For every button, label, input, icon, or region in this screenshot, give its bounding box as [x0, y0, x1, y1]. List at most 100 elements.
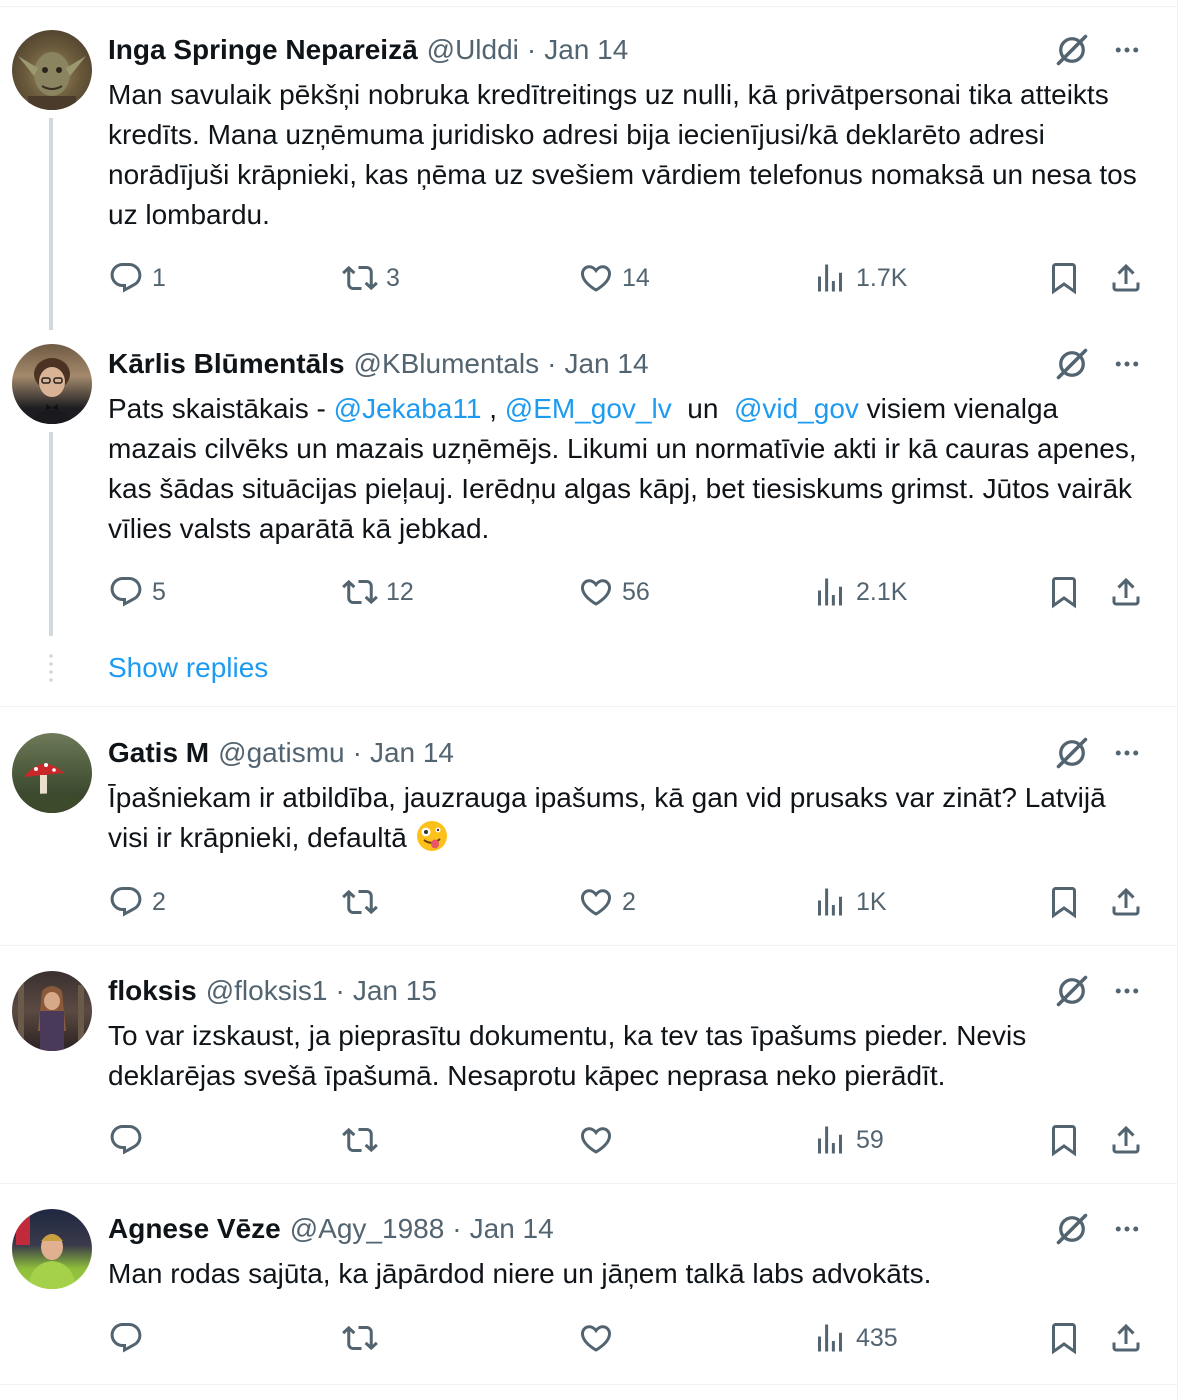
share-button[interactable]: [1108, 882, 1144, 922]
post-gatis[interactable]: Gatis M @gatismu · Jan 14 Īpašniekam ir …: [0, 707, 1178, 945]
share-button[interactable]: [1108, 1120, 1144, 1160]
like-button[interactable]: 2: [578, 882, 636, 922]
like-button[interactable]: 14: [578, 258, 650, 298]
like-button[interactable]: [578, 1318, 622, 1358]
author-name[interactable]: Gatis M: [108, 737, 209, 769]
post-inga[interactable]: Inga Springe Nepareizā @Ulddi · Jan 14 M…: [0, 0, 1178, 330]
views-button[interactable]: 59: [812, 1120, 884, 1160]
repost-button[interactable]: [342, 1120, 386, 1160]
author-name[interactable]: Inga Springe Nepareizā: [108, 34, 418, 66]
share-icon: [1108, 1320, 1144, 1356]
like-icon: [578, 260, 614, 296]
avatar[interactable]: [12, 30, 92, 110]
post-header: floksis @floksis1 · Jan 15: [108, 974, 437, 1008]
avatar[interactable]: [12, 971, 92, 1051]
views-button[interactable]: 1K: [812, 882, 887, 922]
repost-button[interactable]: 3: [342, 258, 400, 298]
grok-icon[interactable]: [1052, 971, 1092, 1011]
grok-icon[interactable]: [1052, 344, 1092, 384]
author-handle[interactable]: @Agy_1988: [290, 1213, 445, 1245]
views-icon: [812, 260, 848, 296]
reply-button[interactable]: [108, 1120, 152, 1160]
mention-em-gov-lv[interactable]: @EM_gov_lv: [505, 393, 672, 424]
post-date[interactable]: Jan 14: [370, 737, 454, 769]
reply-icon: [108, 1122, 144, 1158]
views-count: 59: [856, 1125, 884, 1154]
post-agnese[interactable]: Agnese Vēze @Agy_1988 · Jan 14 Man rodas…: [0, 1184, 1178, 1384]
avatar[interactable]: [12, 733, 92, 813]
more-icon[interactable]: [1107, 971, 1147, 1011]
share-button[interactable]: [1108, 572, 1144, 612]
mention-vid-gov[interactable]: @vid_gov: [734, 393, 859, 424]
thread-line: [49, 118, 53, 330]
text-segment: Pats skaistākais -: [108, 393, 334, 424]
reply-button[interactable]: 1: [108, 258, 166, 298]
author-handle[interactable]: @Ulddi: [427, 34, 519, 66]
bookmark-button[interactable]: [1046, 1120, 1082, 1160]
views-icon: [812, 1320, 848, 1356]
show-replies-link[interactable]: Show replies: [108, 652, 268, 684]
avatar[interactable]: [12, 1209, 92, 1289]
share-button[interactable]: [1108, 1318, 1144, 1358]
repost-button[interactable]: [342, 882, 386, 922]
repost-icon: [342, 260, 378, 296]
post-date[interactable]: Jan 14: [544, 34, 628, 66]
post-date[interactable]: Jan 14: [564, 348, 648, 380]
bookmark-icon: [1046, 1122, 1082, 1158]
avatar[interactable]: [12, 344, 92, 424]
author-name[interactable]: floksis: [108, 975, 197, 1007]
share-button[interactable]: [1108, 258, 1144, 298]
mention-jekaba11[interactable]: @Jekaba11: [334, 393, 482, 424]
replies-feed: Inga Springe Nepareizā @Ulddi · Jan 14 M…: [0, 0, 1178, 1400]
reply-icon: [108, 574, 144, 610]
separator: ·: [335, 975, 345, 1006]
post-text: Man savulaik pēkšņi nobruka kredītreitin…: [108, 79, 1137, 230]
reply-button[interactable]: 2: [108, 882, 166, 922]
more-icon[interactable]: [1107, 1209, 1147, 1249]
like-icon: [578, 1122, 614, 1158]
thread-line: [49, 432, 53, 636]
bookmark-button[interactable]: [1046, 1318, 1082, 1358]
author-name[interactable]: Kārlis Blūmentāls: [108, 348, 345, 380]
repost-button[interactable]: 12: [342, 572, 414, 612]
reply-button[interactable]: 5: [108, 572, 166, 612]
bookmark-button[interactable]: [1046, 882, 1082, 922]
more-icon[interactable]: [1107, 30, 1147, 70]
avatar-image: [16, 1215, 76, 1289]
views-button[interactable]: 435: [812, 1318, 898, 1358]
bookmark-icon: [1046, 884, 1082, 920]
author-handle[interactable]: @gatismu: [218, 737, 344, 769]
views-count: 435: [856, 1323, 898, 1352]
grok-icon[interactable]: [1052, 733, 1092, 773]
zany-face-emoji: [416, 821, 447, 851]
bookmark-icon: [1046, 260, 1082, 296]
like-button[interactable]: 56: [578, 572, 650, 612]
avatar-image: [18, 52, 86, 110]
separator: ·: [526, 34, 537, 65]
views-button[interactable]: 1.7K: [812, 258, 907, 298]
post-karlis[interactable]: Kārlis Blūmentāls @KBlumentals · Jan 14 …: [0, 330, 1178, 705]
like-icon: [578, 574, 614, 610]
post-text: Man rodas sajūta, ka jāpārdod niere un j…: [108, 1258, 932, 1289]
views-count: 2.1K: [856, 577, 908, 606]
author-handle[interactable]: @floksis1: [206, 975, 328, 1007]
views-button[interactable]: 2.1K: [812, 572, 907, 612]
post-date[interactable]: Jan 15: [353, 975, 437, 1007]
author-handle[interactable]: @KBlumentals: [354, 348, 540, 380]
more-icon[interactable]: [1107, 733, 1147, 773]
bookmark-button[interactable]: [1046, 258, 1082, 298]
more-icon[interactable]: [1107, 344, 1147, 384]
grok-icon[interactable]: [1052, 1209, 1092, 1249]
post-floksis[interactable]: floksis @floksis1 · Jan 15 To var izskau…: [0, 946, 1178, 1183]
reply-count: 2: [152, 887, 166, 916]
like-button[interactable]: [578, 1120, 622, 1160]
grok-icon[interactable]: [1052, 30, 1092, 70]
text-segment: un: [671, 393, 734, 424]
post-date[interactable]: Jan 14: [470, 1213, 554, 1245]
repost-button[interactable]: [342, 1318, 386, 1358]
post-text: To var izskaust, ja pieprasītu dokumentu…: [108, 1020, 1027, 1091]
repost-icon: [342, 574, 378, 610]
author-name[interactable]: Agnese Vēze: [108, 1213, 281, 1245]
bookmark-button[interactable]: [1046, 572, 1082, 612]
reply-button[interactable]: [108, 1318, 152, 1358]
